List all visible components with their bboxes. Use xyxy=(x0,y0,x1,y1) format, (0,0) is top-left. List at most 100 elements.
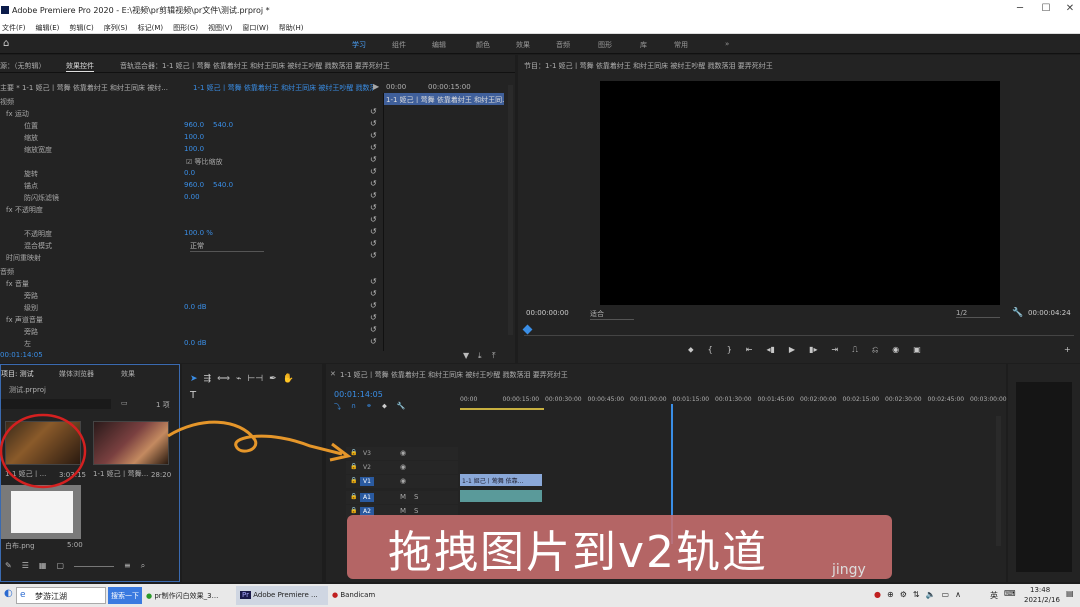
wrench-icon[interactable]: 🔧 xyxy=(1012,308,1023,318)
track-select-icon[interactable]: ⇶ xyxy=(204,374,212,384)
taskbar-app-browser[interactable]: ● pr制作闪白效果_3... xyxy=(146,587,230,604)
ec-row-value-2[interactable]: 540.0 xyxy=(213,181,233,189)
reset-icon[interactable]: ↺ xyxy=(370,107,377,116)
menu-item-7[interactable]: 窗口(W) xyxy=(242,23,268,33)
tab-source[interactable]: 源：（无剪辑） xyxy=(0,61,46,71)
ec-row-value[interactable]: 0.0 xyxy=(184,169,195,177)
lock-icon[interactable]: 🔒 xyxy=(350,493,357,500)
ec-row-value[interactable]: 0.0 dB xyxy=(184,303,207,311)
ec-row[interactable]: fx 声道音量 ↺ xyxy=(0,313,383,325)
reset-icon[interactable]: ↺ xyxy=(370,131,377,140)
project-tab-2[interactable]: 效果 xyxy=(121,369,135,379)
workspace-more-icon[interactable]: » xyxy=(725,40,729,48)
timeline-settings-icon[interactable]: 🔧 xyxy=(397,402,406,412)
track-header[interactable]: A1 🔒 M S xyxy=(346,491,458,504)
reset-icon[interactable]: ↺ xyxy=(370,325,377,334)
hand-tool-icon[interactable]: ✋ xyxy=(283,374,294,384)
ec-row-value[interactable]: 960.0 xyxy=(184,181,204,189)
ec-row[interactable]: 时间重映射 ↺ xyxy=(0,251,383,263)
menu-item-0[interactable]: 文件(F) xyxy=(2,23,26,33)
track-label[interactable]: V3 xyxy=(360,449,374,458)
workspace-tab-4[interactable]: 效果 xyxy=(516,40,530,50)
pencil-icon[interactable]: ✎ xyxy=(5,561,12,573)
v1-clip[interactable]: 1-1 姬己丨莺舞 依靠... xyxy=(460,474,542,486)
reset-icon[interactable]: ↺ xyxy=(370,289,377,298)
linked-selection-icon[interactable]: ⚭ xyxy=(366,402,372,412)
solo-icon[interactable]: S xyxy=(414,507,418,515)
tray-volume-icon[interactable]: 🔈 xyxy=(926,590,936,599)
clock-time[interactable]: 13:48 xyxy=(1030,586,1050,594)
slip-tool-icon[interactable]: ⊢⊣ xyxy=(247,374,263,384)
reset-icon[interactable]: ↺ xyxy=(370,337,377,346)
in-point-icon[interactable]: { xyxy=(708,345,713,355)
eye-icon[interactable]: ◉ xyxy=(400,463,406,471)
pen-tool-icon[interactable]: ✒ xyxy=(269,374,277,384)
ec-row[interactable]: 旁路 ↺ xyxy=(0,325,383,337)
sort-icon[interactable]: ≡ xyxy=(124,561,131,573)
ec-row[interactable]: ↺ xyxy=(0,215,383,227)
ec-row[interactable]: 旁路 ↺ xyxy=(0,289,383,301)
mute-icon[interactable]: M xyxy=(400,507,406,515)
workspace-tab-6[interactable]: 图形 xyxy=(598,40,612,50)
workspace-tab-3[interactable]: 颜色 xyxy=(476,40,490,50)
eye-icon[interactable]: ◉ xyxy=(400,477,406,485)
ec-row[interactable]: ☑ 等比缩放 ↺ xyxy=(0,155,383,167)
icon-view-icon[interactable]: ▦ xyxy=(39,561,47,573)
reset-icon[interactable]: ↺ xyxy=(370,143,377,152)
sequence-clip-label[interactable]: 1-1 姬己丨莺舞 依靠着纣王 和纣王同床 被纣王吵醒 戮数落泪 ... xyxy=(193,83,373,93)
reset-icon[interactable]: ↺ xyxy=(370,155,377,164)
track-label[interactable]: V2 xyxy=(360,463,374,472)
ec-row[interactable]: 音频 xyxy=(0,265,383,277)
resolution-dropdown[interactable]: 1/2 xyxy=(956,309,1000,318)
ripple-edit-icon[interactable]: ⟺ xyxy=(217,374,230,384)
taskbar-app-bandicam[interactable]: ● Bandicam xyxy=(332,587,402,604)
notification-icon[interactable]: ▤ xyxy=(1066,589,1074,598)
marker-icon[interactable]: ⬥ xyxy=(688,345,694,355)
program-playhead-icon[interactable] xyxy=(522,324,533,335)
ec-row[interactable]: 级别 0.0 dB ↺ xyxy=(0,301,383,313)
workspace-tab-5[interactable]: 音频 xyxy=(556,40,570,50)
master-clip-label[interactable]: 主要 * 1-1 姬己丨莺舞 依靠着纣王 和纣王同床 被纣... xyxy=(0,83,180,93)
lock-icon[interactable]: 🔒 xyxy=(350,477,357,484)
workspace-tab-2[interactable]: 编辑 xyxy=(432,40,446,50)
freeform-view-icon[interactable]: ▢ xyxy=(56,561,64,573)
reset-icon[interactable]: ↺ xyxy=(370,301,377,310)
reset-icon[interactable]: ↺ xyxy=(370,277,377,286)
workspace-tab-1[interactable]: 组件 xyxy=(392,40,406,50)
ec-row[interactable]: 视频 xyxy=(0,95,383,107)
reset-icon[interactable]: ↺ xyxy=(370,203,377,212)
tray-settings-icon[interactable]: ⚙ xyxy=(900,590,907,599)
lift-icon[interactable]: ⎍ xyxy=(852,345,858,355)
ec-row[interactable]: fx 音量 ↺ xyxy=(0,277,383,289)
go-to-in-icon[interactable]: ⇤ xyxy=(746,345,753,355)
ec-row[interactable]: 缩放 100.0 ↺ xyxy=(0,131,383,143)
program-ruler[interactable] xyxy=(522,324,1074,336)
thumbnail-clip-2[interactable] xyxy=(93,421,169,465)
ec-row[interactable]: 防闪烁滤镜 0.00 ↺ xyxy=(0,191,383,203)
project-search-input[interactable] xyxy=(1,399,111,409)
play-only-icon[interactable]: ▶ xyxy=(373,82,379,91)
project-tab-0[interactable]: 项目: 测试 xyxy=(1,369,34,379)
a1-clip[interactable] xyxy=(460,490,542,502)
ec-row-value[interactable]: 0.0 dB xyxy=(184,339,207,347)
tray-network-icon[interactable]: ⇅ xyxy=(913,590,920,599)
eye-icon[interactable]: ◉ xyxy=(400,449,406,457)
menu-item-2[interactable]: 剪辑(C) xyxy=(69,23,93,33)
step-forward-icon[interactable]: ▮▸ xyxy=(809,345,817,355)
clock-date[interactable]: 2021/2/16 xyxy=(1024,596,1060,604)
reset-icon[interactable]: ↺ xyxy=(370,239,377,248)
track-label[interactable]: A1 xyxy=(360,493,374,502)
compare-icon[interactable]: ▣ xyxy=(913,345,921,355)
razor-icon[interactable]: ⌁ xyxy=(236,374,241,384)
reset-icon[interactable]: ↺ xyxy=(370,191,377,200)
zoom-slider[interactable] xyxy=(74,561,114,567)
list-view-icon[interactable]: ☰ xyxy=(22,561,29,573)
ime-indicator[interactable]: 英 xyxy=(990,590,998,601)
tab-effect-controls[interactable]: 效果控件 xyxy=(66,61,94,72)
track-label[interactable]: V1 xyxy=(360,477,374,486)
export-frame-icon[interactable]: ⤓ xyxy=(478,351,482,361)
tray-record-icon[interactable]: ● xyxy=(874,590,881,599)
taskbar-app-premiere[interactable]: Pr Adobe Premiere ... xyxy=(236,586,328,605)
timeline-title[interactable]: 1-1 姬己丨莺舞 依靠着纣王 和纣王同床 被纣王吵醒 戮数落泪 要弄死纣王 xyxy=(340,370,568,380)
find-icon[interactable]: ⌕ xyxy=(141,561,145,573)
